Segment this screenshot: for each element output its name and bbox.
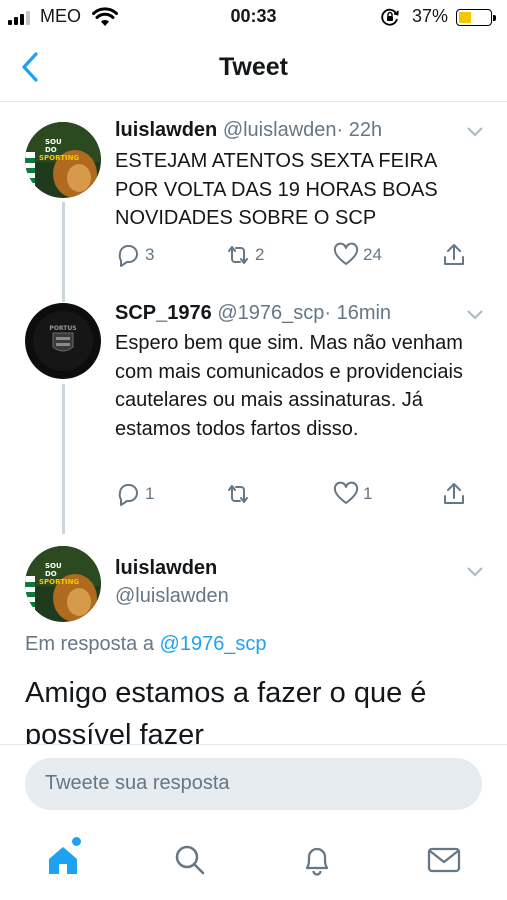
- svg-text:DO: DO: [45, 570, 57, 578]
- author-name[interactable]: luislawden: [115, 557, 217, 580]
- battery-icon: [456, 9, 496, 26]
- reply-button[interactable]: 3: [115, 242, 154, 268]
- chevron-down-icon[interactable]: [466, 566, 484, 578]
- tweet-time: · 22h: [336, 119, 383, 141]
- svg-text:SOU: SOU: [45, 138, 62, 146]
- notifications-icon: [305, 847, 329, 876]
- tab-notifications[interactable]: [299, 842, 335, 878]
- avatar[interactable]: PORTUS: [25, 303, 101, 379]
- tweet-actions: 1 1: [115, 481, 475, 511]
- tab-messages[interactable]: [426, 842, 462, 878]
- svg-text:PORTUS: PORTUS: [49, 325, 76, 332]
- messages-icon: [427, 847, 461, 873]
- like-button[interactable]: 1: [333, 481, 372, 507]
- retweet-button[interactable]: [225, 481, 255, 507]
- retweet-count: 2: [255, 245, 265, 264]
- share-icon: [444, 483, 464, 504]
- tweet-header: luislawden @luislawden· 22h: [115, 119, 382, 142]
- tab-bar: [0, 824, 507, 900]
- avatar[interactable]: SOU DO SPORTING: [25, 546, 101, 622]
- heart-icon: [333, 242, 359, 265]
- reply-icon: [118, 484, 138, 506]
- share-button[interactable]: [441, 242, 467, 268]
- share-icon: [444, 244, 464, 265]
- retweet-icon: [228, 246, 248, 264]
- avatar[interactable]: SOU DO SPORTING: [25, 122, 101, 198]
- reply-count: 1: [145, 484, 155, 503]
- like-count: 24: [363, 245, 382, 264]
- thread-line: [62, 286, 65, 302]
- search-icon: [175, 845, 205, 875]
- reply-composer-area: Tweete sua resposta: [0, 744, 507, 824]
- home-icon: [49, 847, 77, 874]
- chevron-down-icon[interactable]: [466, 126, 484, 138]
- svg-text:SPORTING: SPORTING: [39, 578, 79, 586]
- author-name[interactable]: SCP_1976: [115, 302, 212, 324]
- like-count: 1: [363, 484, 373, 503]
- tweet-1[interactable]: SOU DO SPORTING luislawden @luislawden· …: [0, 102, 507, 302]
- reply-count: 3: [145, 245, 155, 264]
- tab-home[interactable]: [45, 842, 81, 878]
- nav-header: Tweet: [0, 34, 507, 102]
- reply-button[interactable]: 1: [115, 481, 154, 507]
- tweet-time: · 16min: [324, 302, 392, 324]
- share-button[interactable]: [441, 481, 467, 507]
- heart-icon: [333, 481, 359, 504]
- new-content-indicator: [72, 837, 81, 846]
- author-handle[interactable]: @1976_scp: [217, 302, 324, 324]
- svg-text:SOU: SOU: [45, 562, 62, 570]
- reply-icon: [118, 245, 138, 267]
- reply-context: Em resposta a @1976_scp: [25, 633, 267, 656]
- rotation-lock-icon: [381, 8, 399, 26]
- author-name[interactable]: luislawden: [115, 119, 217, 141]
- tweet-header: SCP_1976 @1976_scp· 16min: [115, 302, 391, 325]
- reply-input[interactable]: Tweete sua resposta: [25, 758, 482, 810]
- page-title: Tweet: [219, 53, 288, 81]
- reply-mention-link[interactable]: @1976_scp: [160, 633, 267, 655]
- like-button[interactable]: 24: [333, 242, 382, 268]
- tab-search[interactable]: [172, 842, 208, 878]
- chevron-down-icon[interactable]: [466, 309, 484, 321]
- svg-text:SPORTING: SPORTING: [39, 154, 79, 162]
- author-handle[interactable]: @luislawden: [115, 585, 229, 608]
- thread-line: [62, 384, 65, 534]
- svg-text:DO: DO: [45, 146, 57, 154]
- tweet-2[interactable]: PORTUS SCP_1976 @1976_scp· 16min Espero …: [0, 286, 507, 534]
- retweet-icon: [228, 485, 248, 503]
- tweet-text: Espero bem que sim. Mas não venham com m…: [115, 332, 463, 440]
- tweet-actions: 3 2 24: [115, 242, 475, 272]
- focused-tweet-text: Amigo estamos a fazer o que é possível f…: [25, 677, 427, 746]
- author-handle[interactable]: @luislawden: [223, 119, 337, 141]
- retweet-button[interactable]: 2: [225, 242, 264, 268]
- tweet-text: ESTEJAM ATENTOS SEXTA FEIRA POR VOLTA DA…: [115, 150, 438, 229]
- status-bar: MEO 00:33 37%: [0, 0, 507, 34]
- reply-label: Em resposta a: [25, 633, 154, 655]
- battery-percent: 37%: [412, 6, 449, 26]
